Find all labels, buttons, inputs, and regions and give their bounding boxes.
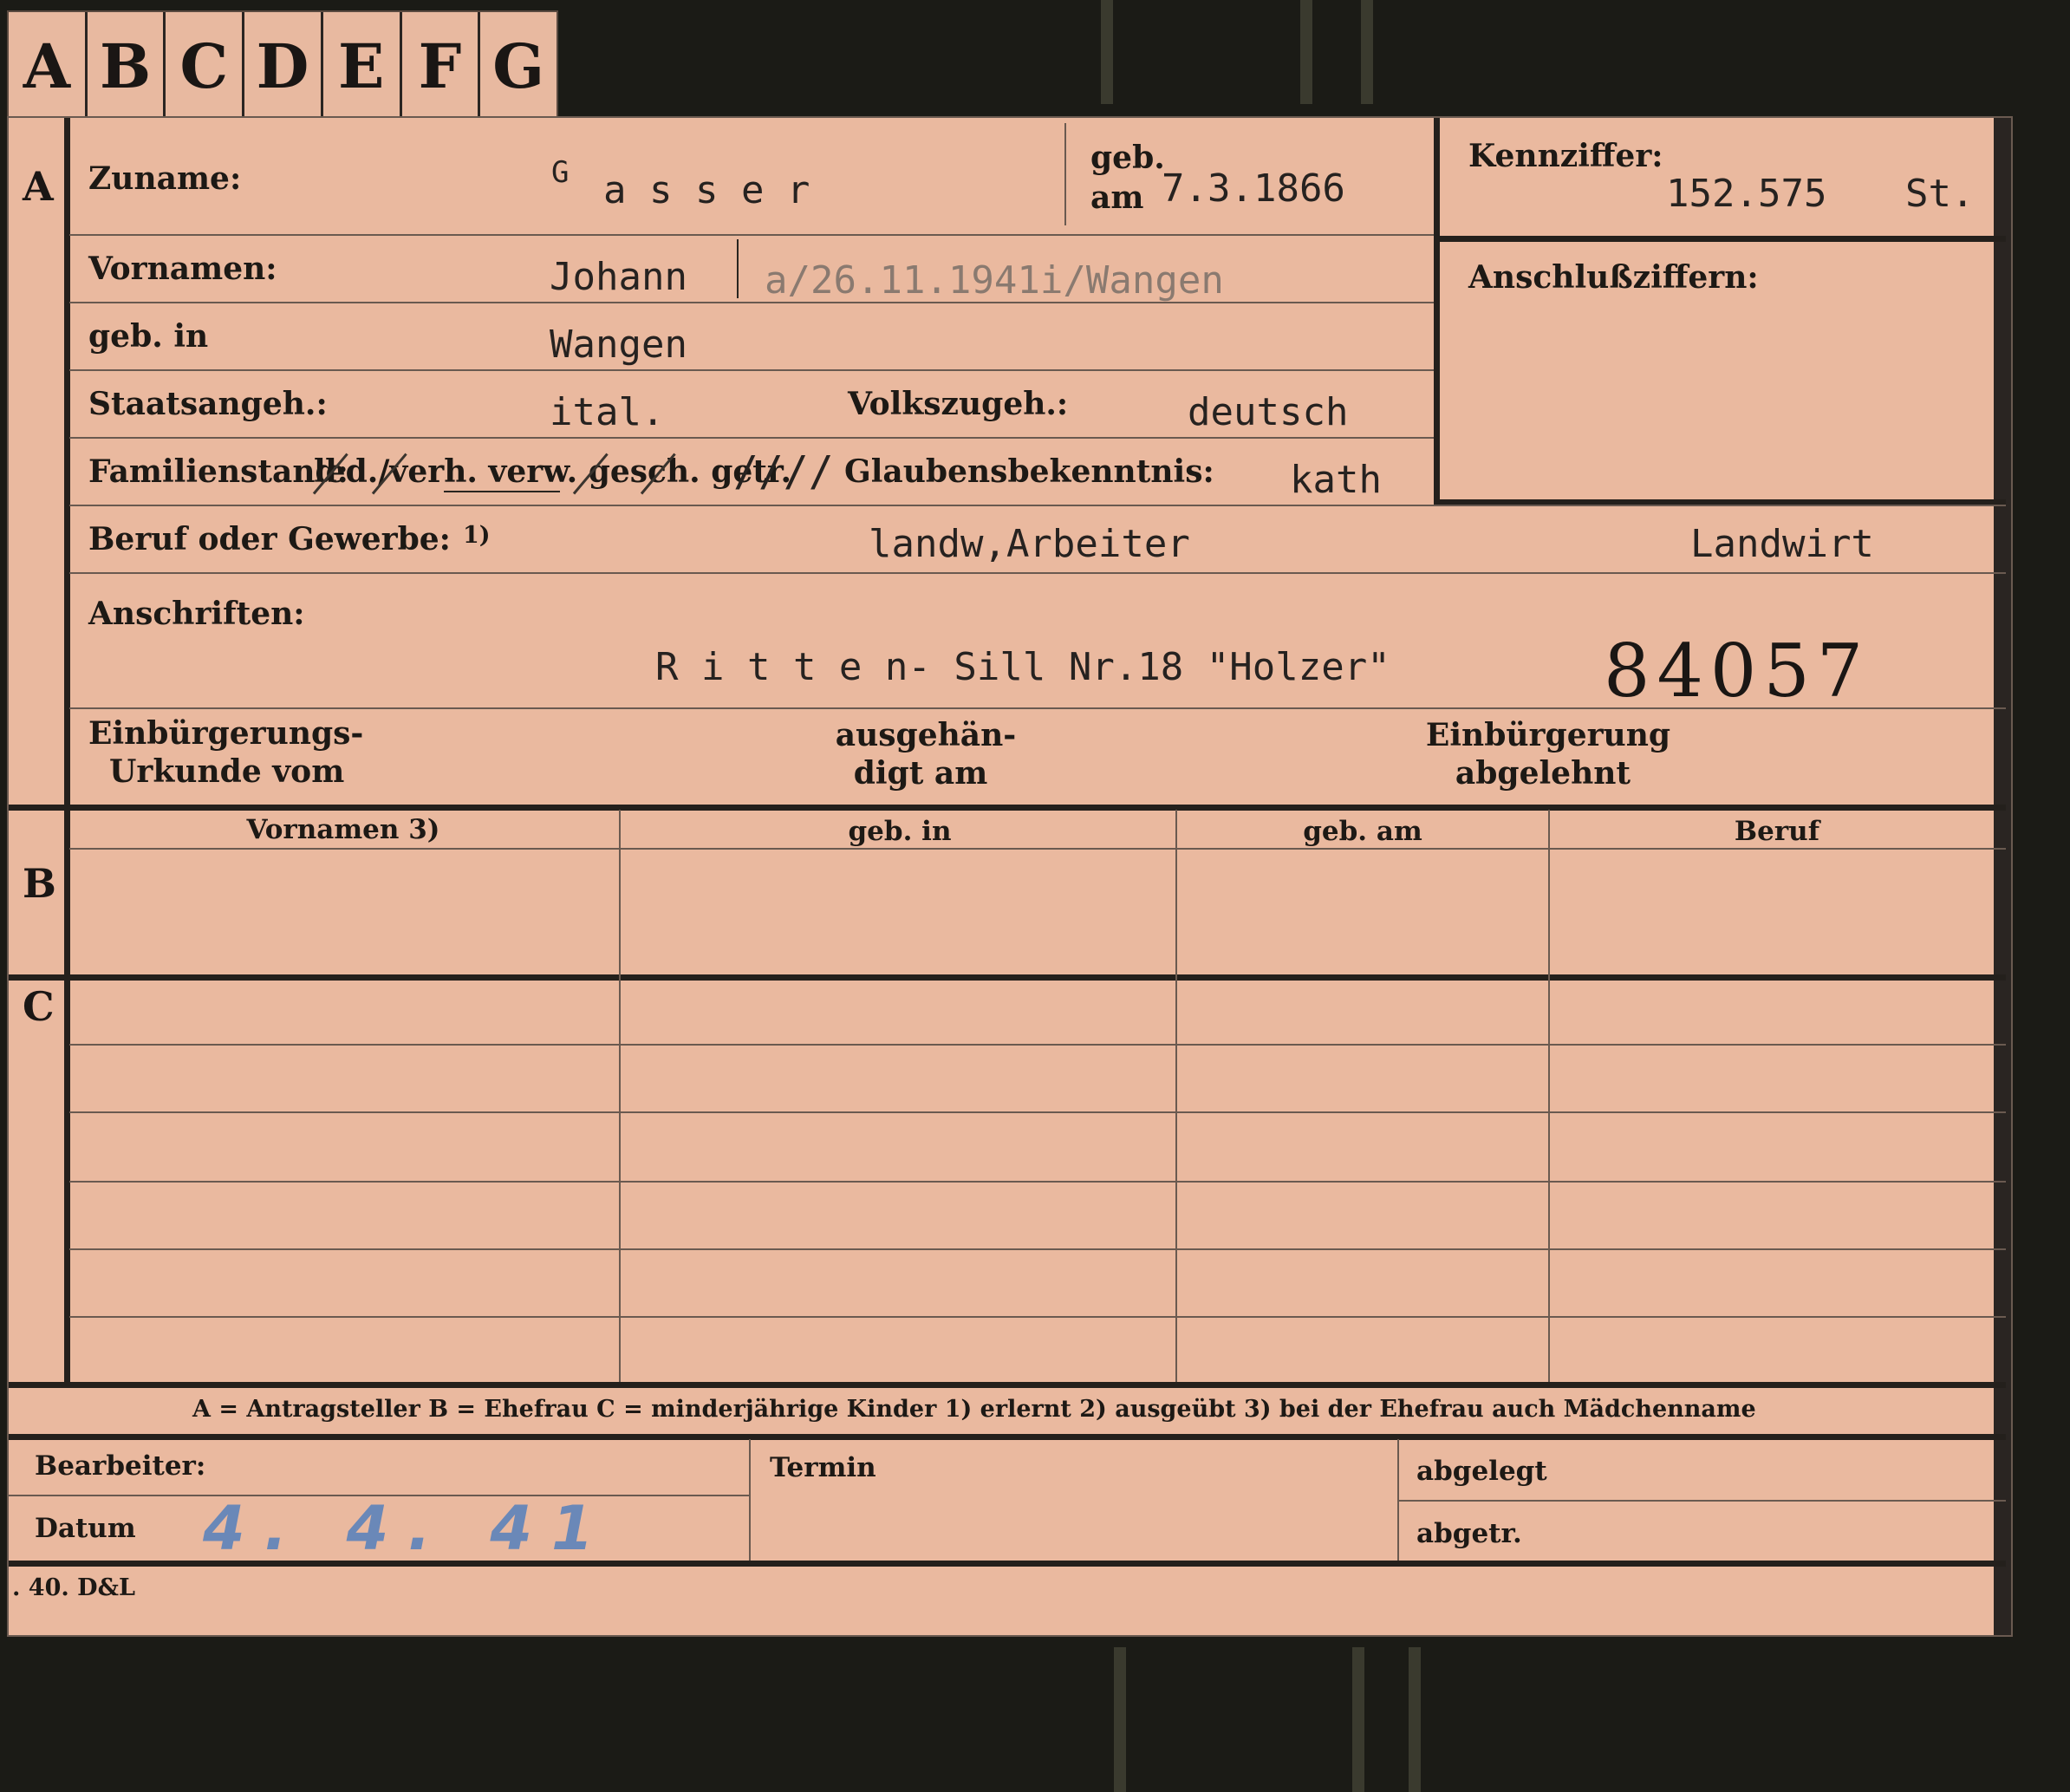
row-line [69, 1181, 2006, 1183]
column-rule [1175, 810, 1177, 1382]
header-geb-am: geb. am [1303, 816, 1422, 847]
row-line [69, 234, 1434, 236]
background-streak [1101, 0, 1113, 104]
vornamen-note: a/26.11.1941i/Wangen [765, 258, 1224, 303]
card-edge [1994, 118, 2011, 1635]
kennziffer-box-mid [1434, 236, 2006, 242]
row-line [69, 1316, 2006, 1318]
tab-b: B [88, 12, 166, 120]
row-line [69, 1111, 2006, 1113]
footer-divider [749, 1439, 751, 1561]
datum-label: Datum [35, 1513, 136, 1544]
termin-label: Termin [770, 1452, 876, 1483]
record-card: A B C Zuname: G a s s e r geb. am 7.3.18… [7, 116, 2013, 1637]
familienstand-strokes: //// [733, 447, 834, 496]
row-line [69, 369, 1434, 371]
print-code: . 40. D&L [12, 1574, 135, 1601]
beruf-label: Beruf oder Gewerbe: [88, 521, 451, 557]
section-c-top [9, 974, 2006, 981]
header-geb-in: geb. in [848, 816, 952, 847]
abgelehnt-label-1: Einbürgerung [1425, 717, 1671, 753]
column-rule [619, 810, 621, 1382]
am-label: am [1090, 179, 1144, 216]
kennziffer-value: 152.575 [1666, 172, 1827, 216]
header-beruf: Beruf [1734, 816, 1820, 847]
section-b-label: B [23, 860, 56, 907]
column-rule [1548, 810, 1550, 1382]
section-b-top [9, 805, 2006, 811]
legend: A = Antragsteller B = Ehefrau C = minder… [192, 1396, 1756, 1423]
volkszugehoerigkeit-label: Volkszugeh.: [848, 386, 1069, 422]
row-line [69, 302, 1434, 303]
familienstand-options: led./verh. verw. gesch. getr. [314, 453, 792, 490]
row-line [69, 1044, 2006, 1046]
urkunde-label-2: Urkunde vom [109, 753, 345, 790]
tab-d: D [244, 12, 323, 120]
background-streak [1352, 1647, 1364, 1792]
footer-row-line [1397, 1500, 2006, 1502]
staatsangehoerigkeit-label: Staatsangeh.: [88, 386, 328, 422]
tab-a: A [9, 12, 88, 120]
geb-in-value: Wangen [550, 323, 687, 367]
anschlussziffern-label: Anschlußziffern: [1468, 259, 1759, 296]
index-tabs: A B C D E F G [7, 10, 558, 120]
footer-bottom [9, 1561, 2006, 1567]
header-vornamen: Vornamen 3) [246, 814, 440, 845]
divider [1064, 123, 1066, 225]
background-streak [1114, 1647, 1126, 1792]
staatsangehoerigkeit-value: ital. [550, 390, 665, 434]
geb-date: 7.3.1866 [1162, 166, 1345, 211]
row-line [69, 505, 2006, 506]
urkunde-label-1: Einbürgerungs- [88, 715, 364, 752]
beruf-value-2: Landwirt [1690, 522, 1874, 566]
vornamen-label: Vornamen: [88, 251, 277, 287]
beruf-footnote: 1) [463, 522, 491, 549]
beruf-value-1: landw,Arbeiter [869, 522, 1190, 566]
stamped-number: 84057 [1604, 629, 1871, 714]
legend-bottom [9, 1434, 2006, 1440]
abgelehnt-label-2: abgelehnt [1455, 755, 1631, 792]
tab-g: G [492, 29, 545, 102]
tab-e: E [323, 12, 402, 120]
datum-value: 4. 4. 41 [203, 1493, 613, 1564]
vornamen-value: Johann [550, 255, 687, 299]
abgetr-label: abgetr. [1416, 1518, 1522, 1549]
background-streak [1409, 1647, 1421, 1792]
kennziffer-box-left [1434, 118, 1440, 506]
section-a-label: A [23, 163, 54, 210]
header-rule [69, 848, 2006, 850]
tab-c: C [166, 12, 245, 120]
zuname-label: Zuname: [88, 160, 242, 197]
verw-underline [444, 491, 560, 492]
row-line [69, 437, 1434, 439]
volkszugehoerigkeit-value: deutsch [1188, 390, 1349, 434]
background-streak [1361, 0, 1373, 104]
ausgehaendigt-label-2: digt am [853, 755, 988, 792]
zuname-initial: G [551, 155, 570, 190]
geb-label: geb. [1090, 140, 1165, 176]
anschrift-value: R i t t e n- Sill Nr.18 "Holzer" [655, 645, 1390, 689]
zuname-value: a s s e r [603, 168, 810, 212]
familienstand-label: Familienstand: [88, 453, 348, 490]
tab-f: F [402, 12, 481, 120]
bearbeiter-label: Bearbeiter: [35, 1450, 206, 1482]
legend-top [9, 1382, 2006, 1388]
margin-rule [64, 118, 70, 1384]
background-streak [1300, 0, 1312, 104]
row-line [69, 572, 2006, 574]
glaubensbekenntnis-value: kath [1290, 458, 1382, 502]
abgelegt-label: abgelegt [1416, 1456, 1547, 1487]
anschriften-label: Anschriften: [88, 596, 305, 632]
geb-in-label: geb. in [88, 318, 209, 355]
kennziffer-label: Kennziffer: [1468, 138, 1663, 174]
section-c-label: C [23, 983, 55, 1030]
glaubensbekenntnis-label: Glaubensbekenntnis: [844, 453, 1214, 490]
caret-mark [737, 239, 739, 298]
row-line [69, 1248, 2006, 1250]
ausgehaendigt-label-1: ausgehän- [835, 717, 1017, 753]
kennziffer-suffix: St. [1905, 172, 1975, 216]
